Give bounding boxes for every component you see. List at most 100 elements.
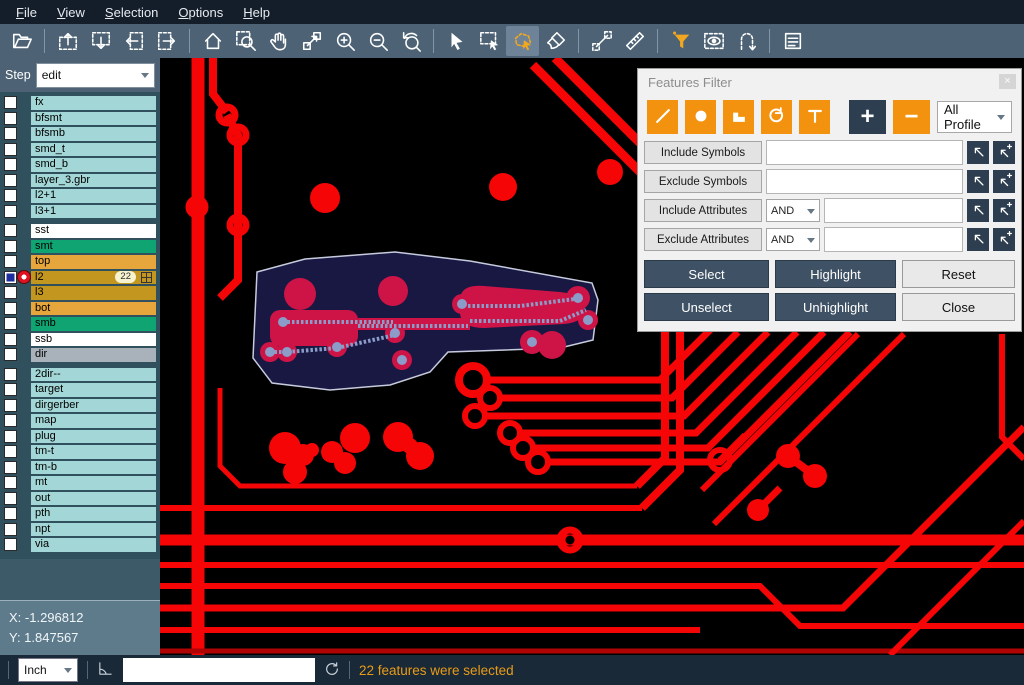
layer-name[interactable]: via: [31, 538, 156, 552]
unhighlight-button[interactable]: Unhighlight: [775, 293, 896, 321]
paste-up-button[interactable]: [51, 26, 84, 56]
pick-from-view-button[interactable]: [967, 170, 989, 193]
command-input[interactable]: [123, 658, 315, 682]
profile-select[interactable]: All Profile: [937, 101, 1012, 133]
include-attributes-button[interactable]: Include Attributes: [644, 199, 762, 222]
zoom-out-button[interactable]: [361, 26, 394, 56]
include-symbols-input[interactable]: [766, 140, 963, 165]
layer-checkbox[interactable]: [4, 255, 17, 268]
unit-select[interactable]: Inch: [18, 658, 78, 682]
include-attributes-input[interactable]: [824, 198, 963, 223]
layer-checkbox[interactable]: [4, 143, 17, 156]
reset-button[interactable]: Reset: [902, 260, 1015, 288]
layer-name[interactable]: 2dir--: [31, 368, 156, 382]
layer-checkbox[interactable]: [4, 523, 17, 536]
layer-checkbox[interactable]: [4, 127, 17, 140]
rect-select-button[interactable]: [473, 26, 506, 56]
pick-add-button[interactable]: [993, 141, 1015, 164]
open-button[interactable]: [5, 26, 38, 56]
clean-brush-button[interactable]: [539, 26, 572, 56]
layer-checkbox[interactable]: [4, 399, 17, 412]
menu-view[interactable]: View: [47, 2, 95, 23]
layer-row-l3[interactable]: l3: [0, 285, 160, 301]
pick-add-button[interactable]: [993, 199, 1015, 222]
layer-name[interactable]: map: [31, 414, 156, 428]
minus-filter-button[interactable]: −: [893, 100, 930, 134]
pan-view-button[interactable]: [295, 26, 328, 56]
layer-row-smt[interactable]: smt: [0, 239, 160, 255]
exclude-attributes-button[interactable]: Exclude Attributes: [644, 228, 762, 251]
layer-checkbox[interactable]: [4, 383, 17, 396]
pick-from-view-button[interactable]: [967, 228, 989, 251]
layer-name[interactable]: ssb: [31, 333, 156, 347]
layer-checkbox[interactable]: [4, 174, 17, 187]
layer-row-plug[interactable]: plug: [0, 429, 160, 445]
layer-checkbox[interactable]: [4, 224, 17, 237]
layer-checkbox[interactable]: [4, 348, 17, 361]
layer-row-l2[interactable]: l222: [0, 270, 160, 286]
layer-checkbox[interactable]: [4, 492, 17, 505]
pointer-select-button[interactable]: [440, 26, 473, 56]
layer-row-sst[interactable]: sst: [0, 223, 160, 239]
menu-help[interactable]: Help: [233, 2, 280, 23]
pick-from-view-button[interactable]: [967, 199, 989, 222]
layer-name[interactable]: l2+1: [31, 189, 156, 203]
features-filter-button[interactable]: [664, 26, 697, 56]
zoom-window-button[interactable]: [229, 26, 262, 56]
paste-right-button[interactable]: [150, 26, 183, 56]
include-symbols-button[interactable]: Include Symbols: [644, 141, 762, 164]
menu-options[interactable]: Options: [168, 2, 233, 23]
layer-checkbox[interactable]: [4, 205, 17, 218]
layer-checkbox[interactable]: [4, 445, 17, 458]
snap-corner-icon[interactable]: [97, 660, 114, 680]
layer-name[interactable]: tm-t: [31, 445, 156, 459]
exclude-symbols-input[interactable]: [766, 169, 963, 194]
menu-file[interactable]: File: [6, 2, 47, 23]
layer-row-smb[interactable]: smb: [0, 316, 160, 332]
layer-name[interactable]: npt: [31, 523, 156, 537]
close-button[interactable]: Close: [902, 293, 1015, 321]
layer-name[interactable]: plug: [31, 430, 156, 444]
layer-name[interactable]: l222: [31, 271, 156, 285]
layer-name[interactable]: l3+1: [31, 205, 156, 219]
layer-name[interactable]: target: [31, 383, 156, 397]
layer-checkbox[interactable]: [4, 158, 17, 171]
layer-row-mt[interactable]: mt: [0, 475, 160, 491]
paste-down-button[interactable]: [84, 26, 117, 56]
layer-checkbox[interactable]: [4, 507, 17, 520]
pick-add-button[interactable]: [993, 228, 1015, 251]
layer-checkbox[interactable]: [4, 271, 17, 284]
layer-name[interactable]: dir: [31, 348, 156, 362]
layer-row-target[interactable]: target: [0, 382, 160, 398]
layer-row-bfsmt[interactable]: bfsmt: [0, 111, 160, 127]
home-button[interactable]: [196, 26, 229, 56]
pick-add-button[interactable]: [993, 170, 1015, 193]
layer-name[interactable]: fx: [31, 96, 156, 110]
layer-name[interactable]: smt: [31, 240, 156, 254]
layer-row-ssb[interactable]: ssb: [0, 332, 160, 348]
polygon-select-button[interactable]: [506, 26, 539, 56]
layer-checkbox[interactable]: [4, 461, 17, 474]
layer-checkbox[interactable]: [4, 476, 17, 489]
layer-row-2dir--[interactable]: 2dir--: [0, 367, 160, 383]
exclude-symbols-button[interactable]: Exclude Symbols: [644, 170, 762, 193]
layer-checkbox[interactable]: [4, 430, 17, 443]
layer-name[interactable]: bfsmt: [31, 112, 156, 126]
surface-filter-button[interactable]: [723, 100, 754, 134]
ruler-button[interactable]: [618, 26, 651, 56]
layer-row-smd_b[interactable]: smd_b: [0, 157, 160, 173]
layer-row-out[interactable]: out: [0, 491, 160, 507]
layer-row-bfsmb[interactable]: bfsmb: [0, 126, 160, 142]
arc-filter-button[interactable]: [761, 100, 792, 134]
layer-name[interactable]: bfsmb: [31, 127, 156, 141]
layer-row-tm-b[interactable]: tm-b: [0, 460, 160, 476]
layer-name[interactable]: layer_3.gbr: [31, 174, 156, 188]
layer-name[interactable]: smd_t: [31, 143, 156, 157]
layer-checkbox[interactable]: [4, 286, 17, 299]
layer-row-fx[interactable]: fx: [0, 95, 160, 111]
layer-name[interactable]: pth: [31, 507, 156, 521]
line-filter-button[interactable]: [647, 100, 678, 134]
highlight-button[interactable]: Highlight: [775, 260, 896, 288]
layer-checkbox[interactable]: [4, 96, 17, 109]
layer-name[interactable]: tm-b: [31, 461, 156, 475]
